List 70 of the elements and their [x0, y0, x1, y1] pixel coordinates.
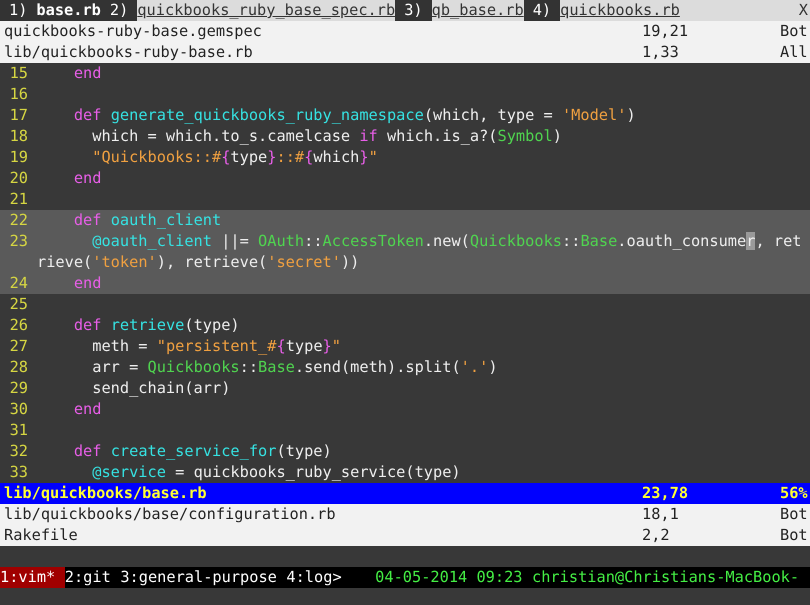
code-line: arr = Quickbooks::Base.send(meth).split('.') [91, 357, 498, 378]
scroll-position: 56% [780, 483, 809, 504]
close-tab-button[interactable]: X [798, 0, 810, 21]
tab-number: 4) [524, 0, 560, 21]
window-status-bar[interactable]: lib/quickbooks/base/configuration.rb 18,1 Bot [0, 504, 810, 525]
code-line: meth = "persistent_#{type}" [91, 336, 341, 357]
tmux-window-tab[interactable]: 2:git [64, 567, 120, 588]
window-status-bar[interactable]: lib/quickbooks-ruby-base.rb 1,33 All [0, 42, 810, 63]
line-number: 24 [8, 273, 29, 294]
code-line: @oauth_client ||= OAuth::AccessToken.new(Quickbooks::Base.oauth_consume r, ret [91, 231, 802, 252]
line-number: 19 [8, 147, 29, 168]
line-number: 16 [8, 84, 29, 105]
tmux-window-tab[interactable]: 4:log> [286, 567, 352, 588]
code-line: end [72, 168, 102, 189]
cursor-position: 19,21 [642, 21, 690, 42]
line-number: 20 [8, 168, 29, 189]
tab[interactable]: qb_base.rb [432, 0, 524, 21]
code-line: end [72, 399, 102, 420]
scroll-position: Bot [780, 504, 809, 525]
line-number: 17 [8, 105, 29, 126]
code-line: def retrieve(type) [72, 315, 240, 336]
tab-number: 1) [0, 0, 36, 21]
tab-number: 2) [100, 0, 138, 21]
file-name: lib/quickbooks/base/configuration.rb [4, 504, 337, 525]
cursor-position: 2,2 [642, 525, 671, 546]
cursor-position: 18,1 [642, 504, 680, 525]
file-name: lib/quickbooks-ruby-base.rb [4, 42, 254, 63]
line-number: 25 [8, 294, 29, 315]
line-number: 33 [8, 462, 29, 483]
tmux-window-tab[interactable]: 1:vim* [0, 567, 65, 588]
line-number: 27 [8, 336, 29, 357]
code-line: end [72, 273, 102, 294]
code-line: end [72, 63, 102, 84]
line-number: 31 [8, 420, 29, 441]
file-name: lib/quickbooks/base.rb [4, 483, 208, 504]
code-line: def create_service_for(type) [72, 441, 332, 462]
line-number: 21 [8, 189, 29, 210]
code-line: rieve('token'), retrieve('secret')) [37, 252, 360, 273]
code-line: def oauth_client [72, 210, 222, 231]
file-name: Rakefile [4, 525, 79, 546]
code-line: send_chain(arr) [91, 378, 230, 399]
line-number: 18 [8, 126, 29, 147]
window-status-bar[interactable]: quickbooks-ruby-base.gemspec 19,21 Bot [0, 21, 810, 42]
tab[interactable]: base.rb [36, 0, 101, 21]
code-line: @service = quickbooks_ruby_service(type) [91, 462, 461, 483]
line-number: 32 [8, 441, 29, 462]
scroll-position: Bot [780, 21, 809, 42]
line-number: 23 [8, 231, 29, 252]
scroll-position: Bot [780, 525, 809, 546]
host-name: christian@Christians-MacBook- [531, 567, 800, 588]
cursor-position: 1,33 [642, 42, 680, 63]
line-number: 15 [8, 63, 29, 84]
line-number: 29 [8, 378, 29, 399]
code-line: def generate_quickbooks_ruby_namespace(which, type = 'Model') [72, 105, 636, 126]
tab[interactable]: quickbooks_ruby_base_spec.rb [137, 0, 396, 21]
file-name: quickbooks-ruby-base.gemspec [4, 21, 263, 42]
tab-number: 3) [395, 0, 432, 21]
tmux-window-tab[interactable]: 3:general-purpose [120, 567, 286, 588]
date-time: 04-05-2014 09:23 [374, 567, 523, 588]
window-status-bar[interactable]: lib/quickbooks/base.rb 23,78 56% [0, 483, 810, 504]
cursor-position: 23,78 [642, 483, 690, 504]
scroll-position: All [780, 42, 809, 63]
line-number: 30 [8, 399, 29, 420]
line-number: 26 [8, 315, 29, 336]
code-line: "Quickbooks::#{type}::#{which}" [91, 147, 378, 168]
code-line: which = which.to_s.camelcase if which.is_a?(Symbol) [91, 126, 562, 147]
line-number: 22 [8, 210, 29, 231]
line-number: 28 [8, 357, 29, 378]
tab[interactable]: quickbooks.rb [560, 0, 680, 21]
window-status-bar[interactable]: Rakefile 2,2 Bot [0, 525, 810, 546]
